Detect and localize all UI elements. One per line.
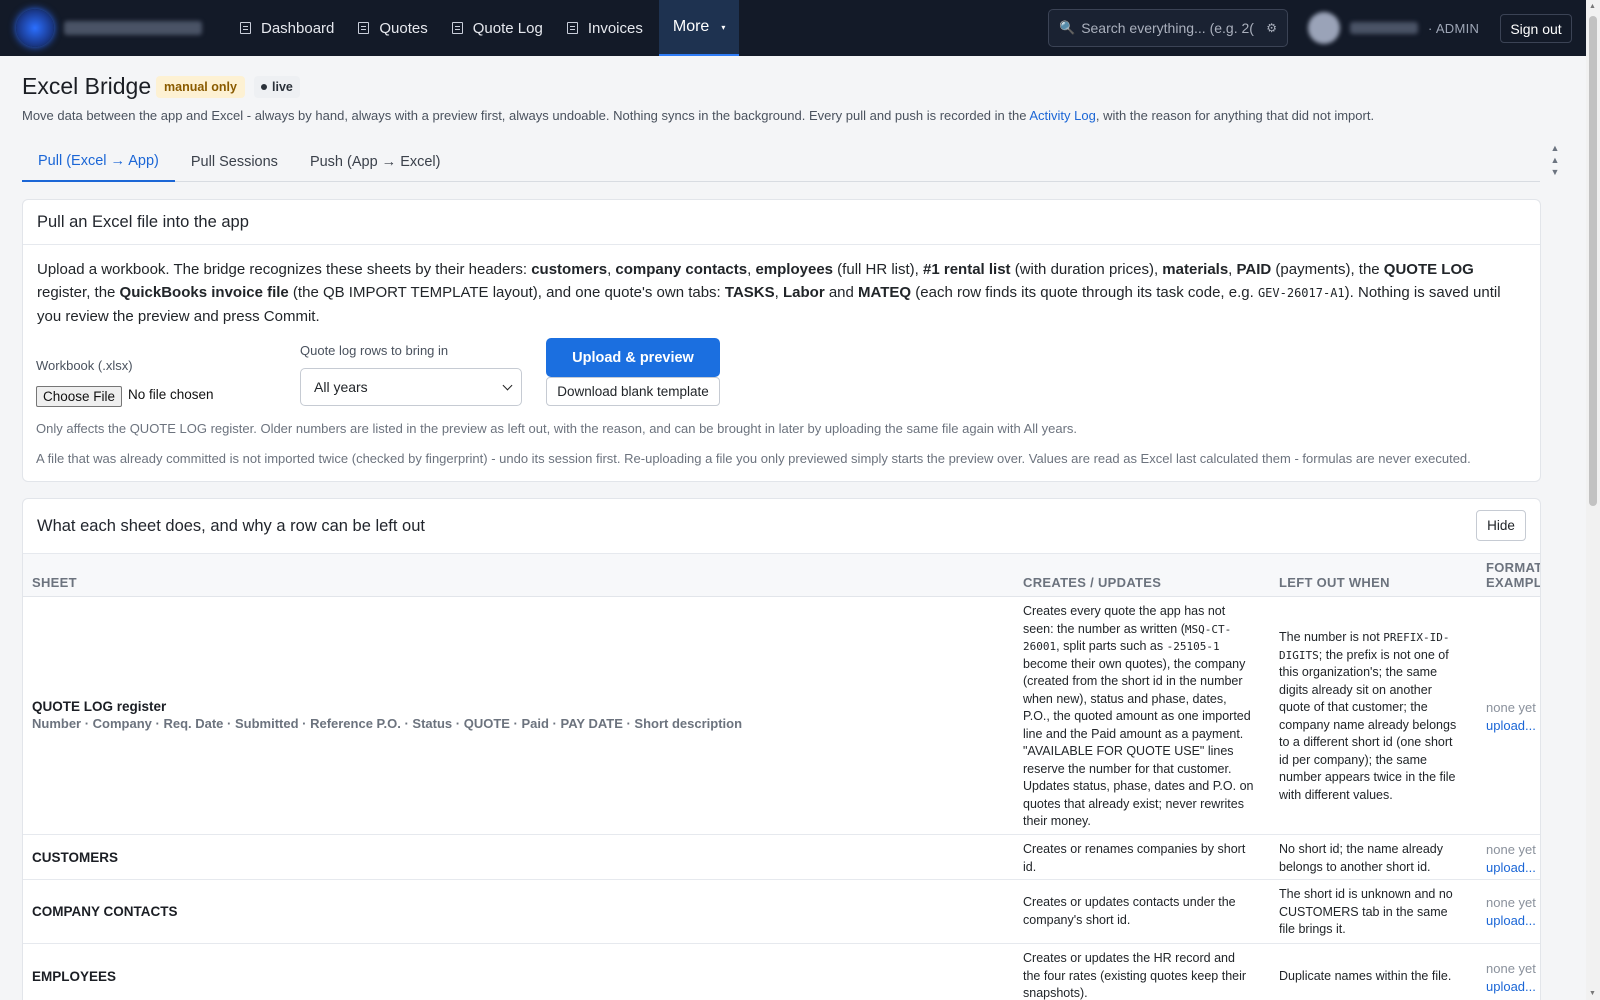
sheet-name: CUSTOMERS (32, 850, 119, 865)
upload-link[interactable]: upload... (1486, 859, 1536, 877)
col-creates: CREATES / UPDATES (1023, 575, 1162, 590)
sheet-name: COMPANY CONTACTS (32, 904, 178, 919)
sheets-card: What each sheet does, and why a row can … (22, 498, 1541, 1000)
tab-pull-sessions[interactable]: Pull Sessions (175, 141, 294, 182)
pull-description: Upload a workbook. The bridge recognizes… (37, 261, 1501, 325)
table-row: QUOTE LOG register Number · Company · Re… (23, 597, 1540, 835)
rows-hint: Only affects the QUOTE LOG register. Old… (36, 421, 1078, 436)
gear-icon[interactable]: ⚙ (1266, 21, 1277, 35)
status-badge-manual: manual only (156, 76, 245, 98)
creates-text: Creates or updates the HR record and the… (1023, 951, 1247, 1000)
file-status: No file chosen (128, 387, 214, 402)
avatar (1308, 12, 1340, 44)
tab-bar: Pull (Excel → App) Pull Sessions Push (A… (22, 141, 1540, 182)
chevron-up-icon[interactable]: ▲ (1548, 154, 1562, 166)
col-example: EXAMPLE (1486, 575, 1540, 590)
list-icon (451, 22, 463, 34)
left-out-text: The short id is unknown and no CUSTOMERS… (1279, 887, 1453, 936)
rows-select[interactable]: All years (300, 368, 522, 406)
sheets-card-title: What each sheet does, and why a row can … (23, 499, 1540, 554)
main-nav: Dashboard Quotes Quote Log Invoices More… (228, 0, 740, 56)
page-title: Excel Bridge (22, 73, 152, 99)
invoice-icon (566, 22, 578, 34)
col-format: FORMAT (1486, 560, 1541, 575)
nav-more-dropdown[interactable]: More ▾ (658, 0, 740, 56)
global-search-input[interactable]: 🔍 Search everything... (e.g. 2( ⚙ (1048, 9, 1288, 47)
table-header: SHEET CREATES / UPDATES LEFT OUT WHEN FO… (23, 554, 1541, 597)
upload-link[interactable]: upload... (1486, 978, 1536, 996)
pull-card-title: Pull an Excel file into the app (23, 200, 1540, 245)
nav-quotes[interactable]: Quotes (346, 0, 439, 56)
user-role: · ADMIN (1428, 20, 1480, 36)
left-out-text: Duplicate names within the file. (1279, 969, 1452, 983)
col-left-out: LEFT OUT WHEN (1279, 575, 1390, 590)
chevron-up-icon[interactable]: ▲ (1548, 142, 1562, 154)
table-row: CUSTOMERS Creates or renames companies b… (23, 835, 1540, 880)
rows-label: Quote log rows to bring in (300, 343, 449, 358)
sign-out-button[interactable]: Sign out (1500, 14, 1572, 43)
nav-quote-log[interactable]: Quote Log (440, 0, 555, 56)
fingerprint-hint: A file that was already committed is not… (36, 451, 1471, 466)
creates-text: Creates or updates contacts under the co… (1023, 895, 1236, 927)
workbook-label: Workbook (.xlsx) (36, 358, 133, 373)
creates-text: Creates every quote the app has not seen… (1023, 604, 1254, 828)
left-out-text: No short id; the name already belongs to… (1279, 842, 1443, 874)
top-navbar: Dashboard Quotes Quote Log Invoices More… (0, 0, 1586, 56)
chevron-down-icon (502, 380, 513, 391)
nav-invoices[interactable]: Invoices (555, 0, 655, 56)
choose-file-button[interactable]: Choose File (36, 386, 122, 407)
left-out-text: The number is not PREFIX-ID-DIGITS; the … (1279, 630, 1457, 802)
table-row: EMPLOYEES Creates or updates the HR reco… (23, 944, 1540, 1000)
page-intro: Move data between the app and Excel - al… (22, 108, 1375, 123)
upload-preview-button[interactable]: Upload & preview (546, 338, 720, 377)
sheet-columns: Number · Company · Req. Date · Submitted… (32, 716, 743, 731)
chevron-down-icon[interactable]: ▼ (1548, 166, 1562, 178)
format-example: none yet upload... (1486, 842, 1536, 877)
dashboard-icon (240, 22, 251, 34)
tab-pull[interactable]: Pull (Excel → App) (22, 141, 175, 182)
pull-card: Pull an Excel file into the app Upload a… (22, 199, 1541, 482)
creates-text: Creates or renames companies by short id… (1023, 842, 1246, 874)
upload-link[interactable]: upload... (1486, 717, 1536, 735)
page-scrollbar[interactable]: ▲ ▼ (1586, 0, 1600, 1000)
caret-down-icon: ▾ (721, 22, 726, 32)
scrollbar-thumb[interactable] (1589, 16, 1597, 506)
format-example: none yet upload... (1486, 961, 1536, 996)
quotes-icon (358, 22, 370, 34)
hide-button[interactable]: Hide (1476, 510, 1526, 541)
search-placeholder: Search everything... (e.g. 2( (1081, 20, 1254, 36)
format-example: none yet upload... (1486, 895, 1536, 930)
activity-log-link[interactable]: Activity Log (1029, 108, 1095, 123)
table-row: COMPANY CONTACTS Creates or updates cont… (23, 880, 1540, 944)
download-template-button[interactable]: Download blank template (546, 377, 720, 406)
status-badge-live: live (254, 76, 300, 98)
user-menu[interactable]: · ADMIN (1308, 12, 1479, 44)
search-icon: 🔍 (1059, 20, 1076, 35)
org-logo[interactable] (16, 9, 54, 47)
tab-push[interactable]: Push (App → Excel) (294, 141, 457, 182)
tab-scroller[interactable]: ▲ ▲ ▼ (1548, 142, 1562, 180)
user-name-redacted (1350, 22, 1418, 34)
live-dot-icon (261, 84, 267, 90)
col-sheet: SHEET (32, 575, 77, 590)
org-name-redacted (64, 21, 202, 35)
scroll-down-icon[interactable]: ▼ (1589, 990, 1596, 997)
sheet-name: EMPLOYEES (32, 969, 117, 984)
scroll-up-icon[interactable]: ▲ (1589, 3, 1596, 10)
nav-dashboard[interactable]: Dashboard (228, 0, 346, 56)
sheet-name: QUOTE LOG register (32, 699, 167, 714)
upload-link[interactable]: upload... (1486, 912, 1536, 930)
format-example: none yet upload... (1486, 700, 1536, 735)
